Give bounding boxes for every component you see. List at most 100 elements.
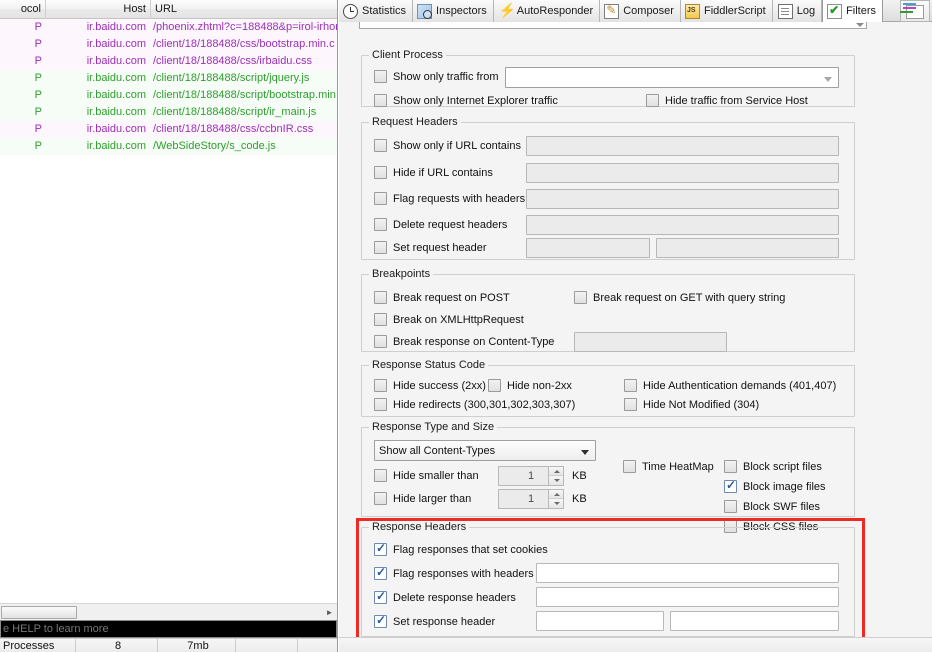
input-delete-response-headers[interactable] (536, 587, 839, 607)
input-break-content-type[interactable] (574, 332, 727, 352)
column-header-host[interactable]: Host (46, 0, 151, 19)
checkbox-flag-requests-with-headers[interactable] (374, 192, 387, 205)
label-break-response-on-content-type: Break response on Content-Type (393, 336, 554, 349)
checkbox-block-script-files[interactable] (724, 460, 737, 473)
checkbox-hide-not-modified[interactable] (624, 398, 637, 411)
label-hide-if-url-contains: Hide if URL contains (393, 167, 493, 180)
tab-label: Filters (846, 5, 876, 17)
input-flag-requests-with-headers[interactable] (526, 189, 839, 209)
combo-content-types[interactable]: Show all Content-Types (374, 440, 596, 461)
spinner-down-icon[interactable] (548, 499, 563, 508)
filters-panel: Statistics Inspectors AutoResponder Comp… (339, 0, 932, 652)
label-flag-responses-set-cookies: Flag responses that set cookies (393, 544, 548, 557)
cell-url: /client/18/188488/css/ccbnIR.css (153, 121, 338, 138)
hosts-filter-combo[interactable] (359, 22, 867, 29)
chevron-down-icon (856, 23, 864, 27)
checkbox-break-response-on-content-type[interactable] (374, 335, 387, 348)
checkbox-delete-response-headers[interactable] (374, 591, 387, 604)
tab-fiddlerscript[interactable]: FiddlerScript (681, 0, 773, 22)
column-header-protocol[interactable]: ocol (0, 0, 46, 19)
checkbox-break-request-on-post[interactable] (374, 291, 387, 304)
tab-label: Log (797, 5, 815, 17)
input-set-request-header-value[interactable] (656, 238, 839, 258)
group-response-type-and-size: Response Type and Size Show all Content-… (361, 427, 855, 517)
label-block-script-files: Block script files (743, 461, 822, 474)
checkbox-flag-responses-set-cookies[interactable] (374, 543, 387, 556)
checkbox-flag-responses-with-headers[interactable] (374, 567, 387, 580)
combo-traffic-from-process[interactable] (505, 67, 839, 88)
checkbox-delete-request-headers[interactable] (374, 218, 387, 231)
cell-protocol: P (0, 19, 46, 36)
checkbox-hide-redirects[interactable] (374, 398, 387, 411)
table-row[interactable]: P ir.baidu.com /client/18/188488/css/irb… (0, 53, 337, 70)
tab-timeline[interactable] (900, 0, 930, 22)
table-row[interactable]: P ir.baidu.com /client/18/188488/script/… (0, 87, 337, 104)
scroll-right-arrow-icon[interactable]: ► (322, 605, 337, 620)
checkbox-set-request-header[interactable] (374, 241, 387, 254)
quickexec-input[interactable]: e HELP to learn more (0, 620, 337, 638)
checkbox-hide-non-2xx[interactable] (488, 379, 501, 392)
cell-protocol: P (0, 121, 46, 138)
table-row[interactable]: P ir.baidu.com /client/18/188488/css/ccb… (0, 121, 337, 138)
session-list-horizontal-scrollbar[interactable]: ► (0, 603, 338, 620)
cell-host: ir.baidu.com (46, 138, 151, 155)
input-set-response-header-name[interactable] (536, 611, 664, 631)
checkbox-block-image-files[interactable] (724, 480, 737, 493)
spinner-up-icon[interactable] (548, 490, 563, 499)
checkbox-hide-larger-than[interactable] (374, 492, 387, 505)
tab-inspectors[interactable]: Inspectors (413, 0, 494, 22)
checkbox-hide-service-host[interactable] (646, 94, 659, 107)
tab-label: Statistics (362, 5, 406, 17)
label-set-request-header: Set request header (393, 242, 487, 255)
checkbox-show-only-ie-traffic[interactable] (374, 94, 387, 107)
tab-filters[interactable]: Filters (822, 0, 883, 22)
table-row[interactable]: P ir.baidu.com /client/18/188488/css/boo… (0, 36, 337, 53)
cell-protocol: P (0, 53, 46, 70)
table-row[interactable]: P ir.baidu.com /phoenix.zhtml?c=188488&p… (0, 19, 337, 36)
group-legend: Request Headers (369, 116, 461, 128)
table-row[interactable]: P ir.baidu.com /WebSideStory/s_code.js (0, 138, 337, 155)
input-set-response-header-value[interactable] (670, 611, 839, 631)
input-set-request-header-name[interactable] (526, 238, 650, 258)
tab-composer[interactable]: Composer (600, 0, 681, 22)
clock-icon (343, 4, 358, 19)
table-row[interactable]: P ir.baidu.com /client/18/188488/script/… (0, 70, 337, 87)
cell-url: /client/18/188488/css/irbaidu.css (153, 53, 338, 70)
checkbox-block-swf-files[interactable] (724, 500, 737, 513)
spinner-up-icon[interactable] (548, 467, 563, 476)
spinner-hide-larger-than[interactable]: 1 (498, 489, 564, 509)
input-show-only-if-url-contains[interactable] (526, 136, 839, 156)
input-hide-if-url-contains[interactable] (526, 163, 839, 183)
label-block-image-files: Block image files (743, 481, 826, 494)
tab-statistics[interactable]: Statistics (339, 0, 413, 22)
spinner-value: 1 (528, 493, 534, 505)
input-flag-responses-with-headers[interactable] (536, 563, 839, 583)
checkbox-break-on-xmlhttprequest[interactable] (374, 313, 387, 326)
checkbox-show-only-if-url-contains[interactable] (374, 139, 387, 152)
checkbox-break-request-on-get-query[interactable] (574, 291, 587, 304)
cell-url: /client/18/188488/script/bootstrap.min (153, 87, 338, 104)
column-header-url[interactable]: URL (151, 0, 338, 19)
scrollbar-thumb[interactable] (1, 606, 77, 619)
label-hide-larger-than: Hide larger than (393, 493, 471, 506)
checkbox-hide-success-2xx[interactable] (374, 379, 387, 392)
input-delete-request-headers[interactable] (526, 215, 839, 235)
spinner-hide-smaller-than[interactable]: 1 (498, 466, 564, 486)
unit-kb-larger: KB (572, 489, 587, 509)
label-delete-response-headers: Delete response headers (393, 592, 516, 605)
group-response-headers: Response Headers Flag responses that set… (361, 527, 855, 637)
spinner-down-icon[interactable] (548, 476, 563, 485)
checkbox-show-only-traffic-from[interactable] (374, 70, 387, 83)
cell-host: ir.baidu.com (46, 70, 151, 87)
checkbox-hide-if-url-contains[interactable] (374, 166, 387, 179)
checkbox-time-heatmap[interactable] (623, 460, 636, 473)
tab-label: AutoResponder (517, 5, 593, 17)
checkbox-hide-smaller-than[interactable] (374, 469, 387, 482)
tab-log[interactable]: Log (773, 0, 822, 22)
label-break-on-xmlhttprequest: Break on XMLHttpRequest (393, 314, 524, 327)
checkbox-set-response-header[interactable] (374, 615, 387, 628)
tab-autoresponder[interactable]: AutoResponder (494, 0, 600, 22)
session-list-panel: ocol Host URL P ir.baidu.com /phoenix.zh… (0, 0, 338, 652)
table-row[interactable]: P ir.baidu.com /client/18/188488/script/… (0, 104, 337, 121)
checkbox-hide-auth-demands[interactable] (624, 379, 637, 392)
